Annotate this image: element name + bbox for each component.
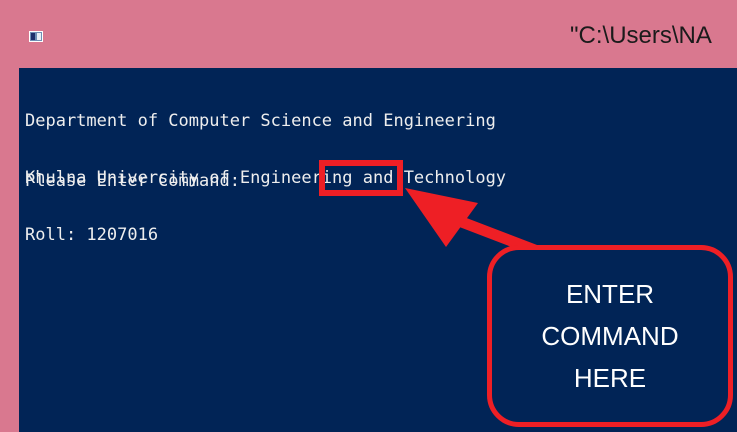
title-bar[interactable]: "C:\Users\NA bbox=[0, 0, 737, 68]
console-window: "C:\Users\NA Department of Computer Scie… bbox=[0, 0, 737, 432]
command-prompt-label: Please Enter Command: bbox=[25, 171, 240, 191]
callout-line-command: COMMAND bbox=[541, 321, 679, 351]
callout-line-enter: ENTER bbox=[565, 279, 655, 309]
console-line-department: Department of Computer Science and Engin… bbox=[25, 111, 496, 131]
command-input-field[interactable] bbox=[319, 160, 403, 196]
callout-text: ENTER COMMAND HERE bbox=[541, 273, 678, 399]
callout-line-here: HERE bbox=[573, 363, 647, 393]
window-title: "C:\Users\NA bbox=[570, 22, 712, 49]
enter-command-callout: ENTER COMMAND HERE bbox=[487, 245, 733, 427]
console-line-roll: Roll: 1207016 bbox=[25, 225, 159, 245]
console-app-icon[interactable] bbox=[29, 31, 43, 42]
